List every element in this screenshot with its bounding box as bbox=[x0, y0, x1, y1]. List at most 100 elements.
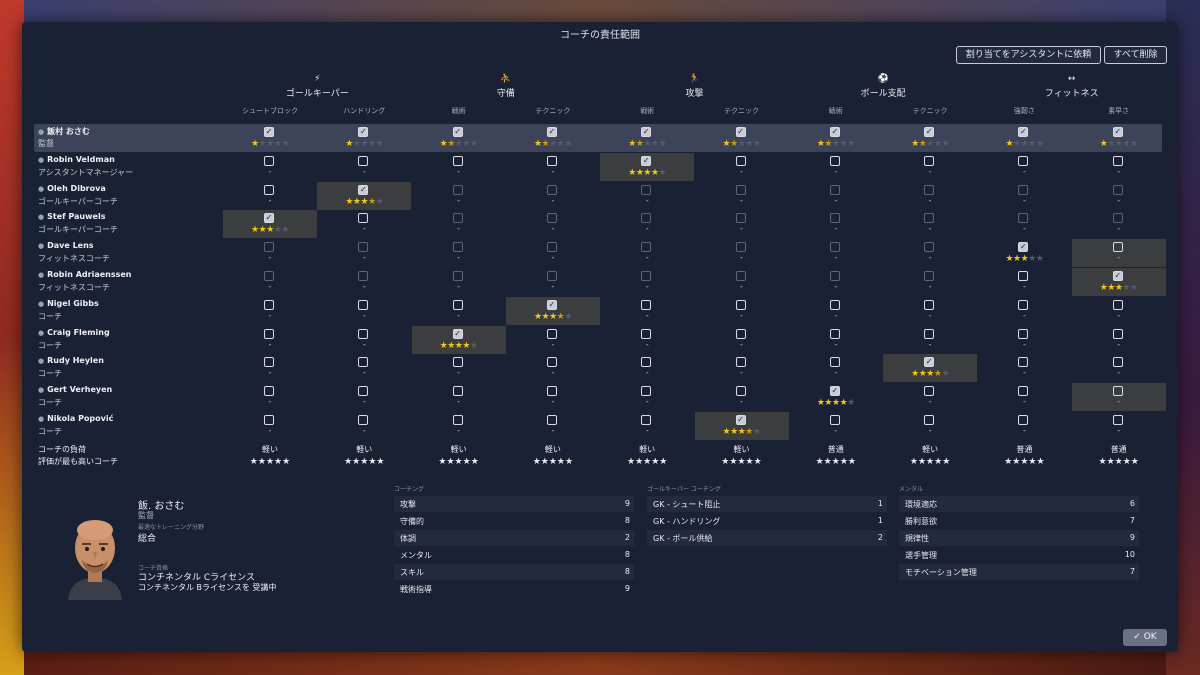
responsibility-checkbox[interactable] bbox=[829, 328, 840, 339]
responsibility-checkbox[interactable] bbox=[1018, 155, 1029, 166]
responsibility-cell[interactable]: - bbox=[317, 326, 411, 354]
responsibility-checkbox[interactable] bbox=[358, 127, 369, 137]
responsibility-checkbox[interactable] bbox=[1112, 357, 1123, 368]
staff-name[interactable]: ● Oleh Dibrova bbox=[38, 184, 106, 193]
staff-name[interactable]: ● Dave Lens bbox=[38, 241, 94, 250]
responsibility-checkbox[interactable] bbox=[1018, 127, 1029, 137]
responsibility-cell[interactable]: - bbox=[600, 182, 694, 210]
responsibility-cell[interactable]: - bbox=[506, 182, 600, 210]
staff-row[interactable]: ●Robin Veldman アシスタントマネージャー - - - - ★★★★★ - - - - - bbox=[34, 152, 1162, 181]
responsibility-cell[interactable]: - bbox=[223, 412, 317, 440]
responsibility-cell[interactable]: - bbox=[883, 239, 977, 267]
responsibility-checkbox[interactable] bbox=[924, 213, 935, 224]
responsibility-cell[interactable]: - bbox=[600, 326, 694, 354]
responsibility-cell[interactable]: - bbox=[223, 383, 317, 411]
responsibility-cell[interactable]: - bbox=[600, 268, 694, 296]
responsibility-checkbox[interactable] bbox=[264, 328, 274, 339]
responsibility-cell[interactable]: - bbox=[789, 239, 883, 267]
responsibility-cell[interactable]: ★★★★★ bbox=[600, 152, 695, 181]
responsibility-cell[interactable]: ★★★★★ bbox=[789, 124, 883, 152]
responsibility-cell[interactable]: - bbox=[600, 383, 694, 411]
responsibility-checkbox[interactable] bbox=[735, 299, 746, 310]
responsibility-checkbox[interactable] bbox=[452, 415, 463, 425]
responsibility-cell[interactable]: - bbox=[977, 326, 1071, 354]
responsibility-checkbox[interactable] bbox=[829, 184, 840, 195]
responsibility-checkbox[interactable] bbox=[546, 155, 557, 166]
responsibility-checkbox[interactable] bbox=[264, 271, 274, 281]
responsibility-cell[interactable]: - bbox=[883, 182, 977, 210]
responsibility-cell[interactable]: - bbox=[883, 153, 977, 181]
responsibility-checkbox[interactable] bbox=[1112, 271, 1123, 281]
staff-row[interactable]: ●Oleh Dibrovaゴールキーパーコーチ-★★★★★-------- bbox=[34, 181, 1162, 210]
responsibility-checkbox[interactable] bbox=[452, 299, 463, 310]
responsibility-checkbox[interactable] bbox=[452, 213, 463, 224]
responsibility-checkbox[interactable] bbox=[1018, 271, 1029, 281]
responsibility-cell[interactable]: - bbox=[317, 268, 411, 296]
responsibility-cell[interactable]: - bbox=[223, 153, 317, 181]
staff-name[interactable]: ● Gert Verheyen bbox=[38, 385, 112, 394]
responsibility-cell[interactable]: ★★★★★ bbox=[977, 124, 1071, 152]
responsibility-cell[interactable]: ★★★★★ bbox=[1072, 124, 1166, 152]
responsibility-checkbox[interactable] bbox=[358, 184, 369, 195]
responsibility-cell[interactable]: - bbox=[223, 297, 317, 325]
responsibility-checkbox[interactable] bbox=[829, 386, 840, 397]
responsibility-cell[interactable]: - bbox=[883, 412, 977, 440]
responsibility-checkbox[interactable] bbox=[641, 184, 652, 195]
responsibility-checkbox[interactable] bbox=[735, 155, 746, 166]
responsibility-checkbox[interactable] bbox=[452, 242, 463, 253]
responsibility-cell[interactable]: - bbox=[977, 354, 1071, 382]
responsibility-checkbox[interactable] bbox=[452, 155, 463, 166]
responsibility-cell[interactable]: - bbox=[1072, 153, 1166, 181]
responsibility-cell[interactable]: - bbox=[412, 182, 506, 210]
responsibility-checkbox[interactable] bbox=[546, 299, 557, 310]
responsibility-cell[interactable]: - bbox=[317, 412, 411, 440]
subcategory-header[interactable]: 素早さ bbox=[1072, 106, 1166, 116]
ok-button[interactable]: ✓ OK bbox=[1123, 629, 1167, 646]
staff-name[interactable]: ● Craig Fleming bbox=[38, 328, 110, 337]
responsibility-checkbox[interactable] bbox=[1112, 213, 1123, 224]
responsibility-cell[interactable]: - bbox=[977, 210, 1071, 238]
staff-name[interactable]: ● Stef Pauwels bbox=[38, 212, 105, 221]
staff-row[interactable]: ●Nigel Gibbs コーチ - - - ★★★★★ - - - - - - bbox=[34, 296, 1162, 325]
responsibility-checkbox[interactable] bbox=[546, 357, 557, 368]
responsibility-cell[interactable]: - bbox=[317, 153, 411, 181]
responsibility-checkbox[interactable] bbox=[1112, 386, 1123, 397]
responsibility-checkbox[interactable] bbox=[1018, 328, 1029, 339]
staff-name[interactable]: ● 飯村 おさむ bbox=[38, 126, 90, 137]
responsibility-cell[interactable]: - bbox=[695, 297, 789, 325]
responsibility-checkbox[interactable] bbox=[452, 127, 463, 137]
responsibility-cell[interactable]: - bbox=[789, 412, 883, 440]
responsibility-cell[interactable]: - bbox=[412, 210, 506, 238]
subcategory-header[interactable]: シュートブロック bbox=[223, 106, 317, 116]
responsibility-cell[interactable]: ★★★★★ bbox=[411, 325, 506, 354]
responsibility-cell[interactable]: - bbox=[1071, 239, 1166, 268]
responsibility-checkbox[interactable] bbox=[735, 415, 746, 425]
responsibility-cell[interactable]: - bbox=[223, 268, 317, 296]
staff-name[interactable]: ● Robin Adriaenssen bbox=[38, 270, 131, 279]
responsibility-cell[interactable]: - bbox=[977, 297, 1071, 325]
subcategory-header[interactable]: テクニック bbox=[506, 106, 600, 116]
staff-row[interactable]: ●飯村 おさむ監督★★★★★★★★★★★★★★★★★★★★★★★★★★★★★★★… bbox=[34, 124, 1162, 152]
responsibility-checkbox[interactable] bbox=[641, 415, 652, 425]
responsibility-cell[interactable]: - bbox=[600, 412, 694, 440]
staff-row[interactable]: ●Nikola Popović コーチ - - - - - ★★★★★ - - - - bbox=[34, 412, 1162, 440]
responsibility-cell[interactable]: - bbox=[1072, 326, 1166, 354]
staff-name[interactable]: ● Rudy Heylen bbox=[38, 356, 104, 365]
staff-row[interactable]: ●Rudy Heylenコーチ-------★★★★★-- bbox=[34, 354, 1162, 383]
responsibility-cell[interactable]: - bbox=[789, 153, 883, 181]
responsibility-checkbox[interactable] bbox=[1112, 299, 1123, 310]
responsibility-checkbox[interactable] bbox=[358, 242, 369, 253]
responsibility-checkbox[interactable] bbox=[358, 386, 369, 397]
responsibility-checkbox[interactable] bbox=[735, 386, 746, 397]
responsibility-checkbox[interactable] bbox=[829, 357, 840, 368]
responsibility-checkbox[interactable] bbox=[546, 386, 557, 397]
responsibility-checkbox[interactable] bbox=[358, 155, 369, 166]
responsibility-checkbox[interactable] bbox=[1018, 357, 1029, 368]
staff-name[interactable]: ● Nigel Gibbs bbox=[38, 299, 99, 308]
responsibility-checkbox[interactable] bbox=[829, 127, 840, 137]
responsibility-cell[interactable]: - bbox=[977, 412, 1071, 440]
responsibility-checkbox[interactable] bbox=[264, 213, 274, 224]
responsibility-cell[interactable]: - bbox=[412, 239, 506, 267]
responsibility-cell[interactable]: ★★★★★ bbox=[505, 296, 600, 325]
responsibility-cell[interactable]: ★★★★★ bbox=[977, 239, 1071, 267]
